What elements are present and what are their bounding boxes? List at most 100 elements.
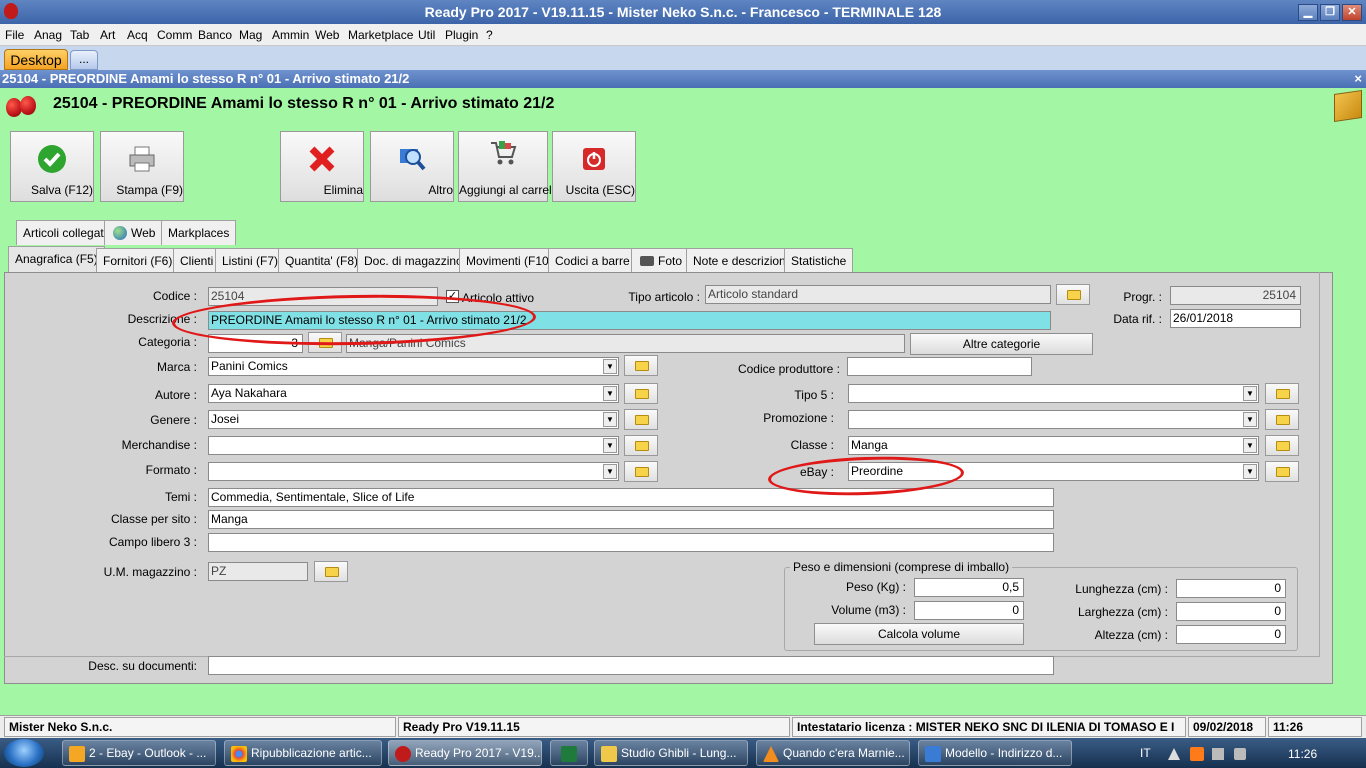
network-icon[interactable] xyxy=(1212,748,1224,760)
taskbar-clock[interactable]: 11:26 xyxy=(1288,747,1317,761)
taskbar-modello[interactable]: Modello - Indirizzo d... xyxy=(918,740,1072,766)
close-document-button[interactable]: × xyxy=(1354,70,1362,88)
tab-movimenti[interactable]: Movimenti (F10) xyxy=(459,248,560,273)
menu-banco[interactable]: Banco xyxy=(198,24,232,46)
menu-ammin[interactable]: Ammin xyxy=(272,24,309,46)
chevron-down-icon[interactable]: ▼ xyxy=(603,359,617,374)
windows-start-icon[interactable] xyxy=(4,739,44,767)
altezza-field[interactable]: 0 xyxy=(1176,625,1286,644)
tipo-articolo-folder-button[interactable] xyxy=(1056,284,1090,305)
minimize-button[interactable]: ▁ xyxy=(1298,4,1318,21)
tab-quantita[interactable]: Quantita' (F8) xyxy=(278,248,365,273)
tab-note[interactable]: Note e descrizioni xyxy=(686,248,796,273)
taskbar-vlc[interactable]: Quando c'era Marnie... xyxy=(756,740,910,766)
tipo5-folder-button[interactable] xyxy=(1265,383,1299,404)
tab-clienti[interactable]: Clienti xyxy=(173,248,221,273)
tab-statistiche[interactable]: Statistiche xyxy=(784,248,854,273)
status-version: Ready Pro V19.11.15 xyxy=(398,717,790,737)
tab-web[interactable]: Web xyxy=(104,220,163,245)
chevron-down-icon[interactable]: ▼ xyxy=(603,438,617,453)
volume-icon[interactable] xyxy=(1234,748,1246,760)
tab-listini[interactable]: Listini (F7) xyxy=(215,248,286,273)
language-indicator[interactable]: IT xyxy=(1140,746,1151,760)
menu-art[interactable]: Art xyxy=(100,24,115,46)
tray-app-icon[interactable] xyxy=(1190,747,1204,761)
temi-field[interactable]: Commedia, Sentimentale, Slice of Life xyxy=(208,488,1054,507)
taskbar-readypro[interactable]: Ready Pro 2017 - V19... xyxy=(388,740,542,766)
genere-folder-button[interactable] xyxy=(624,409,658,430)
data-rif-field[interactable]: 26/01/2018 xyxy=(1170,309,1301,328)
altre-categorie-button[interactable]: Altre categorie xyxy=(910,333,1093,355)
um-folder-button[interactable] xyxy=(314,561,348,582)
tipo5-select[interactable]: ▼ xyxy=(848,384,1259,403)
exit-button[interactable]: Uscita (ESC) xyxy=(552,131,636,202)
lunghezza-field[interactable]: 0 xyxy=(1176,579,1286,598)
marca-folder-button[interactable] xyxy=(624,355,658,376)
genere-select[interactable]: Josei ▼ xyxy=(208,410,619,429)
merchandise-select[interactable]: ▼ xyxy=(208,436,619,455)
progr-field[interactable]: 25104 xyxy=(1170,286,1301,305)
taskbar-chrome[interactable]: Ripubblicazione artic... xyxy=(224,740,382,766)
menu-util[interactable]: Util xyxy=(418,24,435,46)
tab-fornitori[interactable]: Fornitori (F6) xyxy=(96,248,180,273)
tipo-articolo-field[interactable]: Articolo standard xyxy=(705,285,1051,304)
altezza-label: Altezza (cm) : xyxy=(1094,628,1168,642)
menu-file[interactable]: File xyxy=(5,24,24,46)
tab-anagrafica[interactable]: Anagrafica (F5) xyxy=(8,246,105,273)
promozione-select[interactable]: ▼ xyxy=(848,410,1259,429)
larghezza-field[interactable]: 0 xyxy=(1176,602,1286,621)
menu-mag[interactable]: Mag xyxy=(239,24,262,46)
chevron-down-icon[interactable]: ▼ xyxy=(603,464,617,479)
formato-folder-button[interactable] xyxy=(624,461,658,482)
menu-tab[interactable]: Tab xyxy=(70,24,89,46)
menu-marketplace[interactable]: Marketplace xyxy=(348,24,413,46)
add-to-cart-button[interactable]: Aggiungi al carrello xyxy=(458,131,561,202)
merchandise-folder-button[interactable] xyxy=(624,435,658,456)
chevron-down-icon[interactable]: ▼ xyxy=(603,386,617,401)
chevron-down-icon[interactable]: ▼ xyxy=(1243,386,1257,401)
codice-produttore-field[interactable] xyxy=(847,357,1032,376)
print-button[interactable]: Stampa (F9) xyxy=(100,131,184,202)
um-magazzino-field[interactable]: PZ xyxy=(208,562,308,581)
chevron-down-icon[interactable]: ▼ xyxy=(1243,464,1257,479)
campo-libero3-field[interactable] xyxy=(208,533,1054,552)
taskbar-outlook[interactable]: 2 - Ebay - Outlook - ... xyxy=(62,740,216,766)
menu-acq[interactable]: Acq xyxy=(127,24,148,46)
tray-flag-icon[interactable] xyxy=(1168,748,1180,760)
menu-comm[interactable]: Comm xyxy=(157,24,192,46)
peso-field[interactable]: 0,5 xyxy=(914,578,1024,597)
autore-folder-button[interactable] xyxy=(624,383,658,404)
menu-plugin[interactable]: Plugin xyxy=(445,24,478,46)
chevron-down-icon[interactable]: ▼ xyxy=(603,412,617,427)
classe-sito-field[interactable]: Manga xyxy=(208,510,1054,529)
taskbar-explorer[interactable]: Studio Ghibli - Lung... xyxy=(594,740,748,766)
maximize-button[interactable]: ❐ xyxy=(1320,4,1340,21)
ebay-folder-button[interactable] xyxy=(1265,461,1299,482)
marca-select[interactable]: Panini Comics ▼ xyxy=(208,357,619,376)
volume-field[interactable]: 0 xyxy=(914,601,1024,620)
autore-select[interactable]: Aya Nakahara ▼ xyxy=(208,384,619,403)
formato-select[interactable]: ▼ xyxy=(208,462,619,481)
taskbar-excel[interactable] xyxy=(550,740,588,766)
promozione-folder-button[interactable] xyxy=(1265,409,1299,430)
menu-anag[interactable]: Anag xyxy=(34,24,62,46)
tab-markplaces[interactable]: Markplaces xyxy=(161,220,237,245)
classe-folder-button[interactable] xyxy=(1265,435,1299,456)
delete-button[interactable]: Elimina xyxy=(280,131,364,202)
chevron-down-icon[interactable]: ▼ xyxy=(1243,438,1257,453)
calcola-volume-button[interactable]: Calcola volume xyxy=(814,623,1024,645)
tab-more[interactable]: ... xyxy=(70,50,98,70)
tab-doc-magazzino[interactable]: Doc. di magazzino xyxy=(357,248,470,273)
classe-select[interactable]: Manga ▼ xyxy=(848,436,1259,455)
tab-foto[interactable]: Foto xyxy=(631,248,690,273)
desc-documenti-field[interactable] xyxy=(208,656,1054,675)
close-window-button[interactable]: ✕ xyxy=(1342,4,1362,21)
tab-codici-barre[interactable]: Codici a barre xyxy=(548,248,637,273)
menu-help[interactable]: ? xyxy=(486,24,493,46)
tab-desktop[interactable]: Desktop xyxy=(4,49,68,70)
chevron-down-icon[interactable]: ▼ xyxy=(1243,412,1257,427)
menu-web[interactable]: Web xyxy=(315,24,339,46)
tab-articoli-collegati[interactable]: Articoli collegati xyxy=(16,220,114,245)
save-button[interactable]: Salva (F12) xyxy=(10,131,94,202)
other-button[interactable]: Altro xyxy=(370,131,454,202)
